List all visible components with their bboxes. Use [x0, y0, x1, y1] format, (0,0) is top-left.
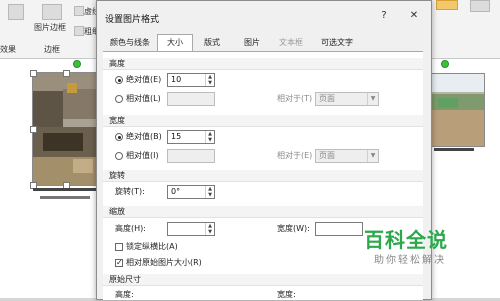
- rotate-handle[interactable]: [73, 60, 81, 68]
- lock-aspect-checkbox[interactable]: [115, 243, 123, 251]
- chevron-down-icon: ▼: [367, 93, 378, 105]
- rotate-label: 旋转(T):: [115, 187, 145, 196]
- height-relative-to-label: 相对于(T): [277, 94, 313, 103]
- height-absolute-label: 绝对值(E): [126, 75, 162, 84]
- width-relative-to-value: 页面: [319, 151, 335, 160]
- height-absolute-value: 10: [171, 75, 182, 84]
- tab-picture[interactable]: 图片: [235, 35, 269, 51]
- close-icon[interactable]: ✕: [407, 9, 421, 23]
- height-absolute-stepper[interactable]: 10 ▲ ▼: [167, 73, 215, 87]
- height-relative-radio[interactable]: [115, 95, 123, 103]
- chevron-down-icon: ▼: [367, 150, 378, 162]
- rotate-handle-right[interactable]: [441, 60, 449, 68]
- resize-handle-top-left[interactable]: [30, 70, 37, 77]
- height-relative-label: 相对值(L): [126, 94, 161, 103]
- width-relative-stepper: [167, 149, 215, 163]
- width-relative-to-select: 页面 ▼: [315, 149, 379, 163]
- scale-width-label: 宽度(W):: [277, 224, 310, 233]
- caption-line: [40, 196, 90, 199]
- caption-line: [33, 188, 97, 191]
- dialog-title: 设置图片格式: [105, 15, 160, 25]
- scale-width-stepper[interactable]: [315, 222, 363, 236]
- scale-height-stepper[interactable]: ▲ ▼: [167, 222, 215, 236]
- selected-photo[interactable]: [32, 72, 100, 186]
- scale-height-label: 高度(H):: [115, 224, 146, 233]
- height-relative-stepper: [167, 92, 215, 106]
- width-absolute-radio[interactable]: [115, 133, 123, 141]
- watermark-main-text: 百科全说: [364, 228, 448, 252]
- effect-group-label: 效果: [0, 45, 16, 54]
- height-section-header: 高度: [103, 58, 423, 70]
- relative-original-checkbox[interactable]: ✓: [115, 259, 123, 267]
- width-relative-label: 相对值(I): [126, 151, 159, 160]
- original-size-section-header: 原始尺寸: [103, 274, 423, 286]
- tab-alt-text[interactable]: 可选文字: [313, 35, 361, 51]
- width-section-header: 宽度: [103, 115, 423, 127]
- scale-section-header: 缩放: [103, 206, 423, 218]
- tab-strip: 颜色与线条 大小 版式 图片 文本框 可选文字: [103, 34, 423, 52]
- caption-line: [434, 148, 474, 151]
- picture-border-button[interactable]: 图片边框: [34, 22, 66, 33]
- width-relative-to-label: 相对于(E): [277, 151, 313, 160]
- tab-textbox: 文本框: [279, 38, 303, 47]
- thickness-icon[interactable]: [74, 26, 84, 36]
- watermark-sub-text: 助你轻松解决: [374, 255, 446, 266]
- original-height-label: 高度:: [115, 290, 134, 299]
- tab-size[interactable]: 大小: [157, 34, 193, 52]
- resize-handle-left[interactable]: [30, 126, 37, 133]
- width-absolute-stepper[interactable]: 15 ▲ ▼: [167, 130, 215, 144]
- width-absolute-value: 15: [171, 132, 182, 141]
- ribbon-color-icon[interactable]: [436, 0, 458, 10]
- picture-border-icon[interactable]: [42, 4, 62, 20]
- rotate-stepper[interactable]: 0° ▲ ▼: [167, 185, 215, 199]
- dashed-icon[interactable]: [74, 6, 84, 16]
- watermark: 百科全说 助你轻松解决: [362, 224, 474, 270]
- original-width-label: 宽度:: [277, 290, 296, 299]
- rotate-section-header: 旋转: [103, 170, 423, 182]
- relative-original-label: 相对原始图片大小(R): [126, 258, 202, 267]
- height-relative-to-select: 页面 ▼: [315, 92, 379, 106]
- tab-layout[interactable]: 版式: [195, 35, 229, 51]
- ribbon-icon[interactable]: [8, 4, 24, 20]
- resize-handle-top[interactable]: [63, 70, 70, 77]
- photo-right[interactable]: [431, 73, 485, 147]
- lock-aspect-label: 锁定纵横比(A): [126, 242, 178, 251]
- height-absolute-radio[interactable]: [115, 76, 123, 84]
- help-icon[interactable]: ?: [377, 9, 391, 23]
- rotate-value: 0°: [171, 187, 181, 196]
- ribbon-icon-right[interactable]: [470, 0, 490, 12]
- tab-colors-lines[interactable]: 颜色与线条: [105, 35, 155, 51]
- width-absolute-label: 绝对值(B): [126, 132, 162, 141]
- height-relative-to-value: 页面: [319, 94, 335, 103]
- border-group-label: 边框: [44, 45, 60, 54]
- site-photo: [432, 74, 484, 146]
- width-relative-radio[interactable]: [115, 152, 123, 160]
- construction-photo: [33, 73, 99, 185]
